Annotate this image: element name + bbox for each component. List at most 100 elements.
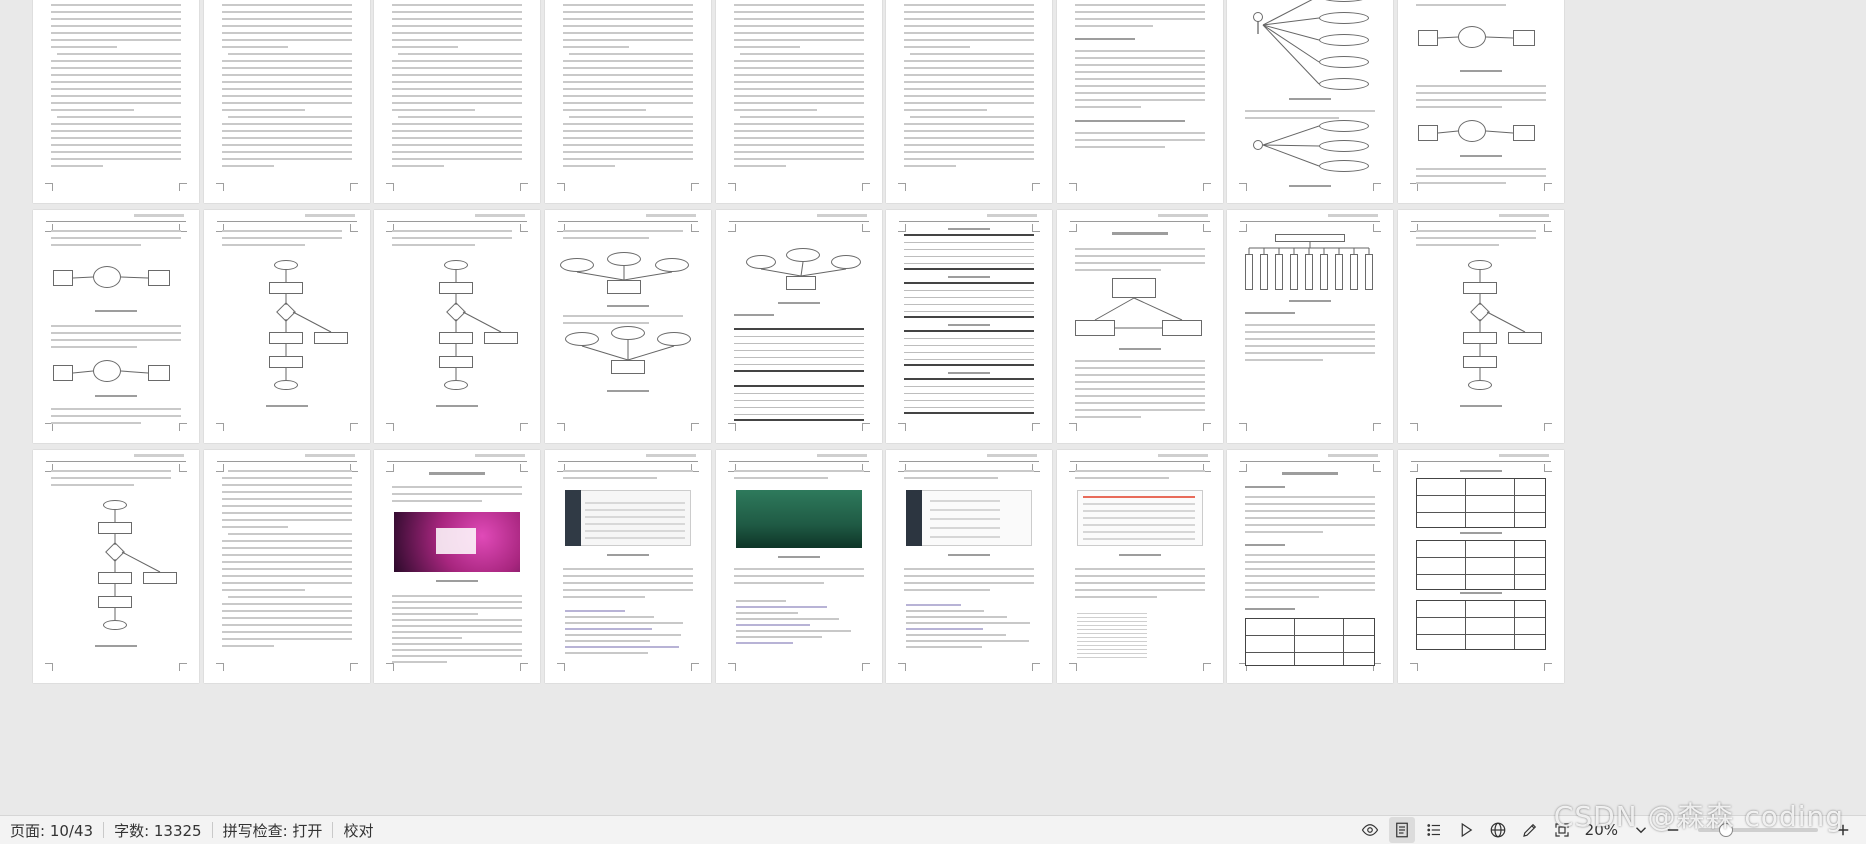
eye-icon[interactable]	[1357, 817, 1383, 843]
code-line	[736, 618, 839, 620]
text-line	[222, 32, 352, 34]
text-line	[1245, 531, 1323, 533]
page-thumbnail[interactable]	[1398, 210, 1564, 443]
figure-caption	[1460, 70, 1502, 72]
page-thumbnail[interactable]	[1057, 450, 1223, 683]
diagram-ellipse	[1319, 12, 1369, 24]
text-line	[51, 4, 181, 6]
table-caption	[948, 324, 990, 326]
text-line	[563, 60, 693, 62]
text-line	[51, 415, 181, 417]
text-line	[1245, 352, 1375, 354]
proofread-button[interactable]: 校对	[333, 816, 383, 844]
text-line	[904, 11, 1034, 13]
text-line	[51, 11, 181, 13]
page-thumbnail[interactable]	[1227, 450, 1393, 683]
page-thumbnail[interactable]	[545, 210, 711, 443]
word-count[interactable]: 字数: 13325	[104, 816, 212, 844]
page-header-rule	[387, 221, 527, 222]
text-line	[734, 130, 864, 132]
page-thumbnail[interactable]	[1227, 0, 1393, 203]
page-thumbnail[interactable]	[1227, 210, 1393, 443]
text-line	[51, 67, 181, 69]
diagram-box	[143, 572, 177, 584]
document-canvas[interactable]	[0, 0, 1866, 815]
page-corner-mark	[386, 663, 394, 671]
diagram-ellipse	[1319, 140, 1369, 152]
page-corner-mark	[898, 423, 906, 431]
text-line	[904, 60, 1034, 62]
page-thumbnail[interactable]	[716, 450, 882, 683]
text-line	[563, 18, 693, 20]
page-thumbnail[interactable]	[1057, 0, 1223, 203]
page-thumbnail[interactable]	[1398, 0, 1564, 203]
text-line	[222, 477, 352, 479]
page-corner-mark	[1069, 224, 1077, 232]
page-thumbnail[interactable]	[545, 0, 711, 203]
pen-icon[interactable]	[1517, 817, 1543, 843]
page-corner-mark	[557, 183, 565, 191]
diagram-box	[439, 282, 473, 294]
text-line	[734, 102, 864, 104]
page-thumbnail[interactable]	[204, 450, 370, 683]
diagram-box	[1335, 254, 1343, 290]
page-thumbnail[interactable]	[33, 450, 199, 683]
text-line	[734, 144, 864, 146]
text-line	[734, 123, 864, 125]
text-line	[222, 244, 305, 246]
page-view-icon[interactable]	[1388, 817, 1415, 843]
text-line	[1075, 269, 1161, 271]
page-corner-mark	[557, 423, 565, 431]
page-corner-mark	[520, 183, 528, 191]
diagram-ellipse	[1319, 56, 1369, 68]
text-line	[1075, 64, 1205, 66]
text-line	[904, 568, 1034, 570]
text-line	[222, 109, 306, 111]
page-header-rule	[217, 221, 357, 222]
diagram-box	[1260, 254, 1268, 290]
spellcheck-toggle[interactable]: 拼写检查: 打开	[213, 816, 333, 844]
diagram-ellipse	[1319, 120, 1369, 132]
page-thumbnail[interactable]	[204, 0, 370, 203]
page-thumbnail[interactable]	[716, 0, 882, 203]
text-line	[1075, 381, 1205, 383]
play-icon[interactable]	[1453, 817, 1479, 843]
text-line	[734, 25, 864, 27]
page-thumbnail[interactable]	[374, 210, 540, 443]
text-line	[1245, 110, 1375, 112]
page-thumbnail[interactable]	[374, 450, 540, 683]
page-thumbnail[interactable]	[545, 450, 711, 683]
page-thumbnail[interactable]	[204, 210, 370, 443]
page-thumbnail[interactable]	[886, 450, 1052, 683]
page-thumbnail[interactable]	[1057, 210, 1223, 443]
text-line	[222, 165, 274, 167]
data-table	[734, 385, 864, 421]
page-thumbnail[interactable]	[374, 0, 540, 203]
page-corner-mark	[1373, 224, 1381, 232]
text-line	[51, 422, 141, 424]
diagram-box	[53, 270, 73, 286]
page-thumbnail[interactable]	[716, 210, 882, 443]
text-line	[1245, 510, 1375, 512]
page-thumbnail[interactable]	[886, 210, 1052, 443]
diagram-box	[607, 280, 641, 294]
page-thumbnail[interactable]	[886, 0, 1052, 203]
outline-view-icon[interactable]	[1421, 817, 1447, 843]
page-indicator[interactable]: 页面: 10/43	[0, 816, 103, 844]
diagram-ellipse	[274, 260, 298, 270]
page-thumbnail[interactable]	[33, 0, 199, 203]
diagram-diamond	[276, 302, 296, 322]
section-heading	[1075, 38, 1135, 40]
page-thumbnail[interactable]	[33, 210, 199, 443]
page-thumbnail[interactable]	[1398, 450, 1564, 683]
text-line	[222, 237, 342, 239]
text-line	[1245, 338, 1375, 340]
page-corner-mark	[557, 663, 565, 671]
web-view-icon[interactable]	[1485, 817, 1511, 843]
diagram-box	[1513, 125, 1535, 141]
page-corner-mark	[1069, 423, 1077, 431]
text-line	[734, 18, 864, 20]
page-header-text	[305, 214, 356, 217]
code-line	[565, 652, 648, 654]
diagram-ellipse	[607, 252, 641, 266]
